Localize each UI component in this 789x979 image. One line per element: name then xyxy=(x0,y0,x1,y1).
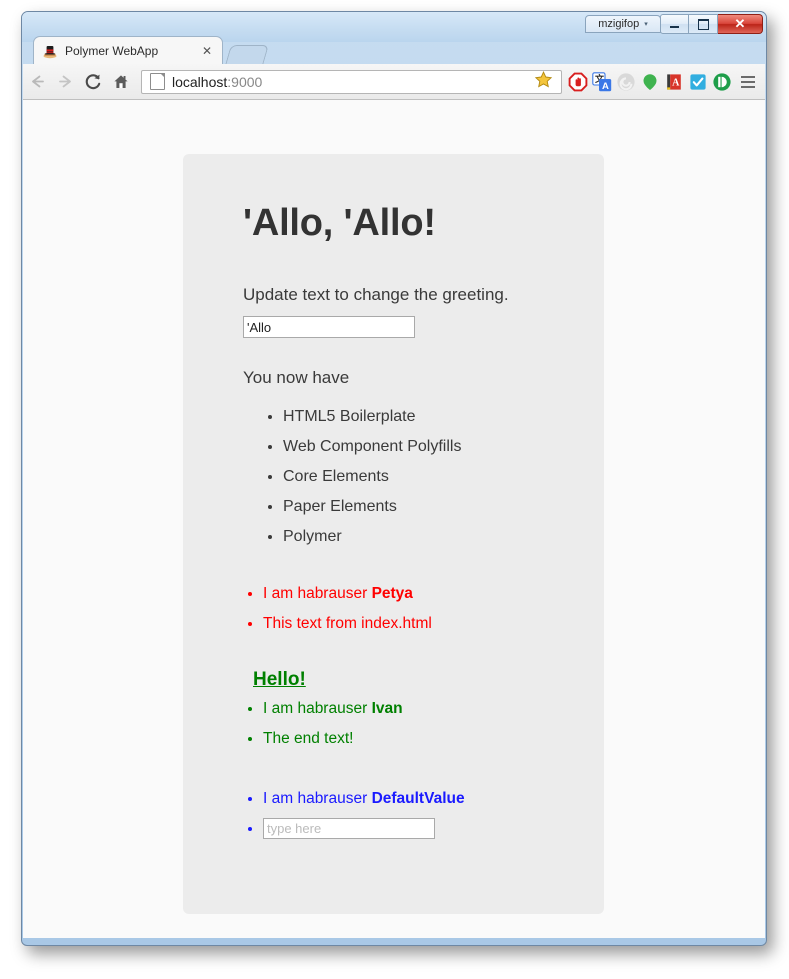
chrome-menu-button[interactable] xyxy=(734,68,762,96)
window-controls: ✕ xyxy=(660,14,763,34)
svg-text:A: A xyxy=(672,77,680,88)
green-user-list: I am habrauser Ivan The end text! xyxy=(243,694,604,754)
google-translate-icon[interactable]: 文 A xyxy=(590,68,614,96)
minimize-button[interactable] xyxy=(660,14,689,34)
home-button[interactable] xyxy=(107,68,135,96)
feature-list: HTML5 Boilerplate Web Component Polyfill… xyxy=(243,402,604,552)
list-item: Paper Elements xyxy=(283,492,604,522)
red-item-username: Petya xyxy=(371,585,413,602)
forward-button[interactable] xyxy=(51,68,79,96)
hello-heading: Hello! xyxy=(253,669,306,690)
tab-polymer-webapp[interactable]: Polymer WebApp ✕ xyxy=(33,36,223,65)
url-port: :9000 xyxy=(227,73,263,90)
new-tab-button[interactable] xyxy=(225,45,269,65)
page-viewport: 'Allo, 'Allo! Update text to change the … xyxy=(23,100,765,938)
list-item: I am habrauser Ivan xyxy=(263,694,604,724)
list-item: The end text! xyxy=(263,724,604,754)
menu-bar-1 xyxy=(741,75,755,78)
minimize-icon xyxy=(670,26,679,28)
list-item: Core Elements xyxy=(283,462,604,492)
browser-toolbar: localhost:9000 文 A A xyxy=(23,64,765,100)
pocket-icon[interactable] xyxy=(710,68,734,96)
list-item: Web Component Polyfills xyxy=(283,432,604,462)
bookmark-star-icon[interactable] xyxy=(534,70,553,94)
instruction-text: Update text to change the greeting. xyxy=(243,285,509,304)
tab-title: Polymer WebApp xyxy=(65,44,159,58)
dictionary-book-icon[interactable]: A xyxy=(662,68,686,96)
maximize-button[interactable] xyxy=(689,14,718,34)
close-window-button[interactable]: ✕ xyxy=(718,14,763,34)
polymer-webapp-favicon-icon xyxy=(42,43,58,59)
menu-bar-3 xyxy=(741,85,755,88)
url-host: localhost xyxy=(172,73,228,90)
type-here-input[interactable] xyxy=(263,818,435,839)
browser-window: mzigifop ▾ ✕ Polymer WebApp ✕ localhost:… xyxy=(21,11,767,946)
green-item-prefix: The end text! xyxy=(263,730,354,747)
svg-text:A: A xyxy=(602,81,609,92)
list-item: I am habrauser Petya xyxy=(263,579,604,609)
content-card: 'Allo, 'Allo! Update text to change the … xyxy=(183,154,604,914)
profile-button[interactable]: mzigifop ▾ xyxy=(585,15,661,33)
greeting-input[interactable] xyxy=(243,316,415,338)
list-item: HTML5 Boilerplate xyxy=(283,402,604,432)
green-item-username: Ivan xyxy=(371,700,403,717)
red-user-list: I am habrauser Petya This text from inde… xyxy=(243,579,604,639)
red-item-prefix: I am habrauser xyxy=(263,585,372,602)
list-item xyxy=(263,814,604,844)
page-document-icon xyxy=(150,73,165,90)
red-item-prefix: This text from index.html xyxy=(263,615,432,632)
have-text: You now have xyxy=(243,368,350,387)
spiral-icon[interactable] xyxy=(614,68,638,96)
blue-checkbox-icon[interactable] xyxy=(686,68,710,96)
list-item: Polymer xyxy=(283,522,604,552)
profile-name: mzigifop xyxy=(598,18,640,30)
address-bar[interactable]: localhost:9000 xyxy=(141,69,562,94)
adblock-icon[interactable] xyxy=(566,68,590,96)
url-text: localhost:9000 xyxy=(172,74,534,90)
list-item: I am habrauser DefaultValue xyxy=(263,784,604,814)
menu-bar-2 xyxy=(741,80,755,83)
blue-item-username: DefaultValue xyxy=(371,790,465,807)
page-title: 'Allo, 'Allo! xyxy=(243,202,436,244)
tab-close-icon[interactable]: ✕ xyxy=(200,45,214,57)
close-icon: ✕ xyxy=(734,16,746,31)
blue-user-list: I am habrauser DefaultValue xyxy=(243,784,604,844)
green-item-prefix: I am habrauser xyxy=(263,700,372,717)
blue-item-prefix: I am habrauser xyxy=(263,790,372,807)
chevron-down-icon: ▾ xyxy=(644,20,648,28)
maximize-icon xyxy=(697,18,709,30)
reload-button[interactable] xyxy=(79,68,107,96)
green-balloon-icon[interactable] xyxy=(638,68,662,96)
back-button[interactable] xyxy=(23,68,51,96)
tab-strip: Polymer WebApp ✕ xyxy=(22,36,766,65)
list-item: This text from index.html xyxy=(263,609,604,639)
